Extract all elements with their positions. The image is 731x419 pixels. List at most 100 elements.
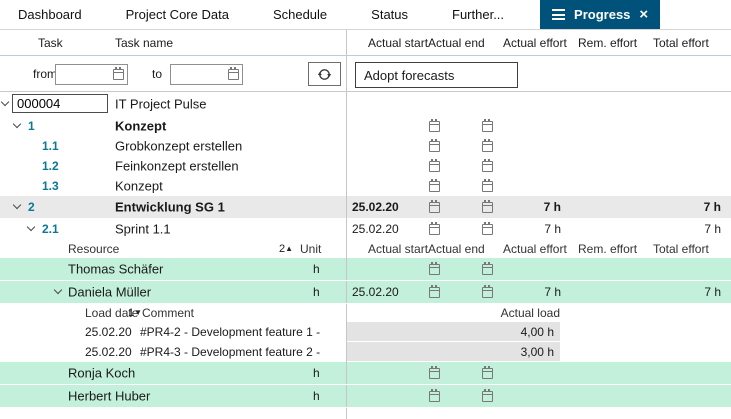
collapse-icon[interactable]: [27, 223, 35, 231]
actual-end-cell: [445, 156, 503, 176]
close-icon[interactable]: [639, 7, 648, 22]
col-comment[interactable]: Comment: [142, 306, 194, 320]
calendar-icon[interactable]: [482, 161, 493, 172]
calendar-icon[interactable]: [429, 202, 440, 213]
task-number[interactable]: 1.3: [42, 179, 59, 193]
filter-right: Adopt forecasts: [347, 56, 731, 91]
task-row: 1.3 Konzept: [0, 176, 731, 196]
task-row-selected: 2 Entwicklung SG 1 25.02.20 7 h 7 h: [0, 196, 731, 218]
col-rem-effort[interactable]: Rem. effort: [578, 242, 637, 256]
total-effort-cell: 7 h: [651, 281, 731, 303]
calendar-icon[interactable]: [482, 181, 493, 192]
col-total-effort[interactable]: Total effort: [653, 242, 709, 256]
load-date: 25.02.20: [85, 325, 132, 339]
collapse-icon[interactable]: [1, 98, 9, 106]
calendar-icon[interactable]: [482, 141, 493, 152]
menu-icon[interactable]: [552, 9, 565, 20]
tab-status[interactable]: Status: [355, 0, 424, 29]
col-unit[interactable]: Unit: [300, 242, 321, 256]
calendar-icon[interactable]: [429, 181, 440, 192]
resource-name[interactable]: Thomas Schäfer: [68, 262, 163, 277]
col-resource[interactable]: Resource: [68, 242, 119, 256]
calendar-icon[interactable]: [429, 391, 440, 402]
project-name[interactable]: IT Project Pulse: [115, 97, 207, 112]
to-date-input[interactable]: [171, 65, 228, 84]
filter-row: from to Adopt forecasts: [0, 56, 731, 92]
adopt-forecasts-button[interactable]: Adopt forecasts: [355, 62, 518, 88]
calendar-icon[interactable]: [228, 69, 239, 80]
col-actual-start[interactable]: Actual start: [368, 36, 428, 50]
col-actual-load[interactable]: Actual load: [501, 306, 560, 320]
total-effort-cell: 7 h: [651, 196, 731, 218]
calendar-icon[interactable]: [429, 368, 440, 379]
col-task[interactable]: Task: [38, 36, 63, 50]
resource-name[interactable]: Daniela Müller: [68, 285, 151, 300]
resource-name[interactable]: Herbert Huber: [68, 389, 150, 404]
calendar-icon[interactable]: [482, 287, 493, 298]
calendar-icon[interactable]: [482, 368, 493, 379]
tab-further[interactable]: Further...: [436, 0, 520, 29]
task-number[interactable]: 1.1: [42, 139, 59, 153]
col-rem-effort[interactable]: Rem. effort: [578, 36, 637, 50]
to-date-field[interactable]: [170, 64, 243, 85]
task-name[interactable]: Sprint 1.1: [115, 222, 171, 237]
tab-dashboard[interactable]: Dashboard: [2, 0, 98, 29]
actual-end-cell: [445, 116, 503, 136]
load-comment: #PR4-3 - Development feature 2 -: [140, 345, 320, 359]
actual-end-cell: [445, 258, 503, 280]
col-actual-end[interactable]: Actual end: [428, 36, 485, 50]
calendar-icon[interactable]: [482, 264, 493, 275]
collapse-icon[interactable]: [13, 201, 21, 209]
resource-row: Daniela Müller h 25.02.20 7 h 7 h: [0, 281, 731, 304]
tab-label: Schedule: [273, 7, 327, 22]
task-number[interactable]: 2.1: [42, 222, 59, 236]
task-name[interactable]: Entwicklung SG 1: [115, 200, 225, 215]
actual-effort-cell: [503, 156, 575, 176]
calendar-icon[interactable]: [429, 264, 440, 275]
task-row: 1.1 Grobkonzept erstellen: [0, 136, 731, 156]
refresh-button[interactable]: [308, 62, 341, 86]
tab-project-core-data[interactable]: Project Core Data: [110, 0, 245, 29]
calendar-icon[interactable]: [429, 224, 440, 235]
col-task-name[interactable]: Task name: [115, 36, 173, 50]
collapse-icon[interactable]: [13, 120, 21, 128]
calendar-icon[interactable]: [113, 69, 124, 80]
task-name[interactable]: Konzept: [115, 119, 166, 134]
load-date: 25.02.20: [85, 345, 132, 359]
actual-end-cell: [445, 136, 503, 156]
col-actual-effort[interactable]: Actual effort: [503, 242, 567, 256]
task-name[interactable]: Konzept: [115, 179, 163, 194]
task-number[interactable]: 2: [28, 200, 35, 214]
from-date-field[interactable]: [55, 64, 128, 85]
sort-indicator[interactable]: 2: [279, 243, 293, 255]
calendar-icon[interactable]: [429, 161, 440, 172]
col-actual-end[interactable]: Actual end: [428, 242, 485, 256]
actual-end-cell: [445, 196, 503, 218]
tab-label: Status: [371, 7, 408, 22]
calendar-icon[interactable]: [429, 287, 440, 298]
calendar-icon[interactable]: [429, 121, 440, 132]
rem-effort-cell: [575, 136, 651, 156]
actual-start-cell: [347, 116, 445, 136]
col-total-effort[interactable]: Total effort: [653, 36, 709, 50]
from-date-input[interactable]: [56, 65, 113, 84]
col-actual-effort[interactable]: Actual effort: [503, 36, 567, 50]
actual-effort-cell: [503, 136, 575, 156]
collapse-icon[interactable]: [54, 286, 62, 294]
tab-schedule[interactable]: Schedule: [257, 0, 343, 29]
task-name[interactable]: Grobkonzept erstellen: [115, 139, 242, 154]
task-number[interactable]: 1: [28, 119, 35, 133]
calendar-icon[interactable]: [482, 202, 493, 213]
calendar-icon[interactable]: [482, 391, 493, 402]
calendar-icon[interactable]: [482, 121, 493, 132]
resource-row: Ronja Koch h: [0, 362, 731, 385]
resource-name[interactable]: Ronja Koch: [68, 366, 135, 381]
task-number[interactable]: 1.2: [42, 159, 59, 173]
calendar-icon[interactable]: [482, 224, 493, 235]
calendar-icon[interactable]: [429, 141, 440, 152]
task-name[interactable]: Feinkonzept erstellen: [115, 159, 239, 174]
project-id-input[interactable]: [12, 94, 108, 113]
col-actual-start[interactable]: Actual start: [368, 242, 428, 256]
sort-indicator[interactable]: 1: [128, 307, 142, 319]
tab-progress-active[interactable]: Progress: [540, 0, 660, 29]
